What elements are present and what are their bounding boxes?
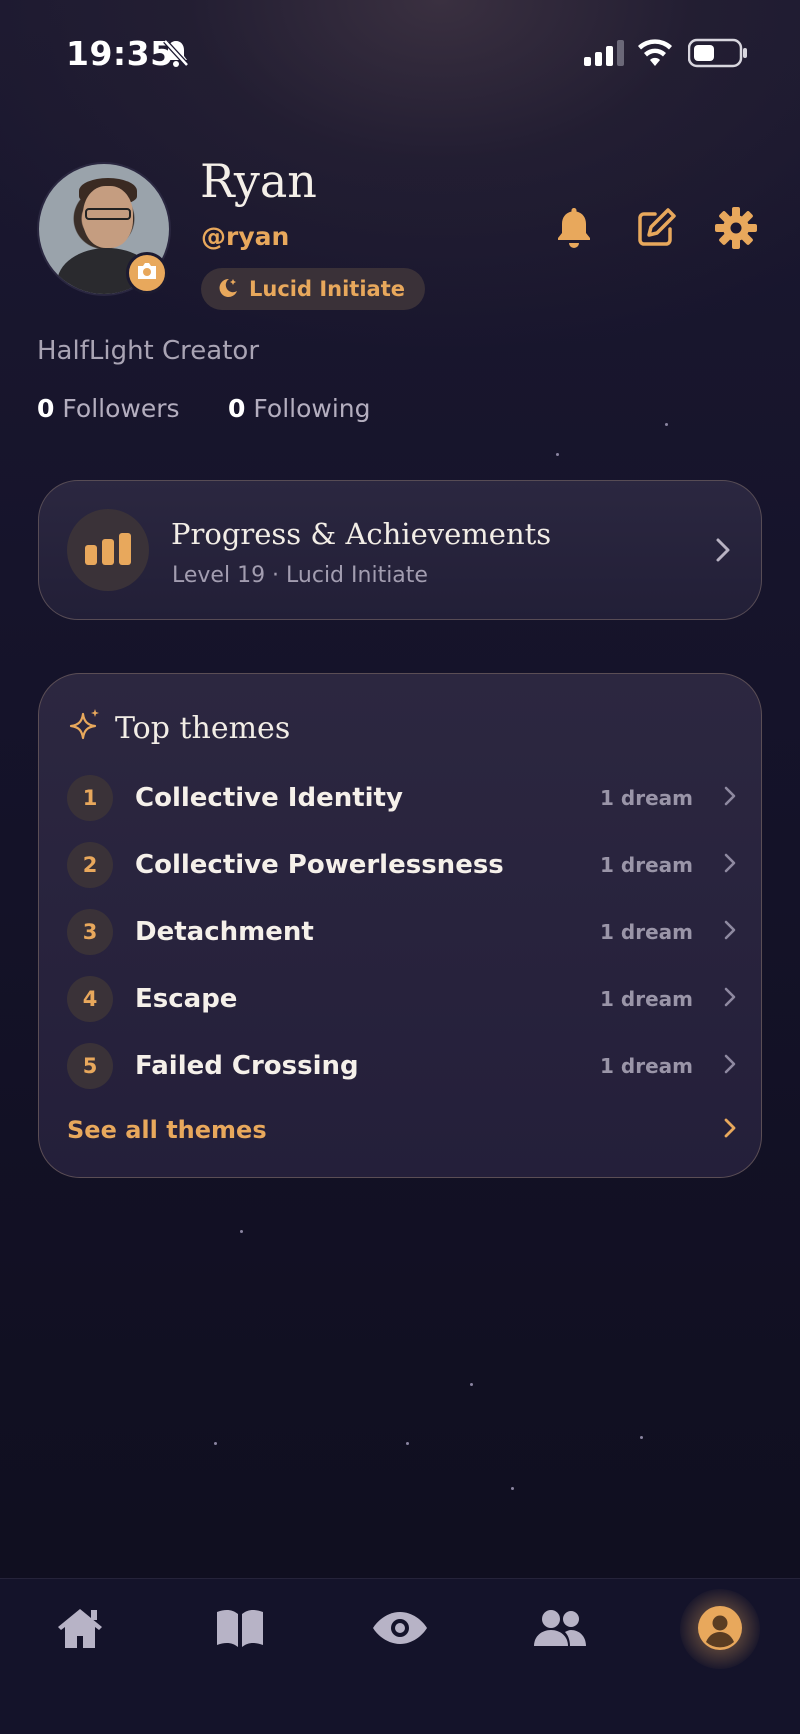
battery-icon	[687, 38, 748, 72]
tab-explore[interactable]	[368, 1600, 432, 1660]
chevron-right-icon	[723, 1117, 737, 1143]
theme-name: Collective Identity	[135, 783, 403, 813]
see-all-themes-link[interactable]: See all themes	[67, 1116, 737, 1144]
chevron-right-icon	[723, 1053, 737, 1079]
star-decoration	[556, 453, 559, 456]
book-icon	[215, 1608, 265, 1652]
following-link[interactable]: 0 Following	[228, 394, 370, 423]
home-icon	[55, 1606, 105, 1654]
followers-label: Followers	[62, 394, 180, 423]
chevron-right-icon	[723, 919, 737, 945]
bar-chart-icon	[85, 531, 131, 569]
bell-slash-icon	[162, 38, 190, 72]
see-all-themes-label: See all themes	[67, 1116, 267, 1144]
progress-title: Progress & Achievements	[171, 517, 552, 551]
edit-icon	[635, 207, 677, 253]
top-themes-card: Top themes 1 Collective Identity 1 dream…	[38, 673, 762, 1178]
theme-name: Detachment	[135, 917, 314, 947]
rank-badge[interactable]: Lucid Initiate	[201, 268, 425, 310]
theme-name: Failed Crossing	[135, 1051, 359, 1081]
theme-count: 1 dream	[600, 853, 693, 877]
chevron-right-icon	[715, 537, 731, 567]
notifications-button[interactable]	[549, 205, 599, 255]
status-time: 19:35	[66, 34, 174, 73]
bell-icon	[554, 206, 594, 254]
rank-badge-label: Lucid Initiate	[249, 277, 405, 301]
star-decoration	[214, 1442, 217, 1445]
star-decoration	[406, 1442, 409, 1445]
bio: HalfLight Creator	[37, 336, 260, 366]
chevron-right-icon	[723, 785, 737, 811]
followers-link[interactable]: 0 Followers	[37, 394, 180, 423]
sparkle-icon	[69, 708, 101, 748]
following-label: Following	[253, 394, 371, 423]
theme-count: 1 dream	[600, 987, 693, 1011]
change-photo-button[interactable]	[126, 252, 168, 294]
moon-icon	[217, 276, 239, 303]
theme-row[interactable]: 3 Detachment 1 dream	[67, 908, 737, 956]
star-decoration	[240, 1230, 243, 1233]
tab-profile[interactable]	[688, 1600, 752, 1660]
following-count: 0	[228, 394, 246, 423]
chevron-right-icon	[723, 986, 737, 1012]
tab-community[interactable]	[528, 1600, 592, 1660]
star-decoration	[640, 1436, 643, 1439]
theme-count: 1 dream	[600, 920, 693, 944]
progress-icon-wrap	[67, 509, 149, 591]
followers-count: 0	[37, 394, 55, 423]
theme-count: 1 dream	[600, 1054, 693, 1078]
progress-card[interactable]: Progress & Achievements Level 19 · Lucid…	[38, 480, 762, 620]
tab-journal[interactable]	[208, 1600, 272, 1660]
theme-row[interactable]: 5 Failed Crossing 1 dream	[67, 1042, 737, 1090]
theme-count: 1 dream	[600, 786, 693, 810]
theme-rank: 4	[67, 976, 113, 1022]
user-name: Ryan	[200, 154, 317, 208]
theme-rank: 3	[67, 909, 113, 955]
theme-row[interactable]: 4 Escape 1 dream	[67, 975, 737, 1023]
gear-icon	[714, 206, 758, 254]
user-handle: @ryan	[201, 222, 290, 251]
theme-rank: 2	[67, 842, 113, 888]
star-decoration	[470, 1383, 473, 1386]
star-decoration	[665, 423, 668, 426]
theme-rank: 5	[67, 1043, 113, 1089]
progress-subtitle: Level 19 · Lucid Initiate	[172, 563, 428, 588]
themes-header: Top themes	[69, 708, 290, 748]
chevron-right-icon	[723, 852, 737, 878]
users-icon	[532, 1608, 588, 1652]
theme-row[interactable]: 2 Collective Powerlessness 1 dream	[67, 841, 737, 889]
theme-name: Escape	[135, 984, 238, 1014]
edit-profile-button[interactable]	[631, 205, 681, 255]
eye-icon	[372, 1610, 428, 1650]
themes-title: Top themes	[115, 710, 291, 746]
camera-icon	[136, 262, 158, 284]
theme-row[interactable]: 1 Collective Identity 1 dream	[67, 774, 737, 822]
profile-icon	[697, 1605, 743, 1655]
star-decoration	[511, 1487, 514, 1490]
theme-rank: 1	[67, 775, 113, 821]
wifi-icon	[636, 38, 674, 70]
signal-icon	[584, 40, 626, 70]
settings-button[interactable]	[711, 205, 761, 255]
tab-home[interactable]	[48, 1600, 112, 1660]
theme-name: Collective Powerlessness	[135, 850, 504, 880]
